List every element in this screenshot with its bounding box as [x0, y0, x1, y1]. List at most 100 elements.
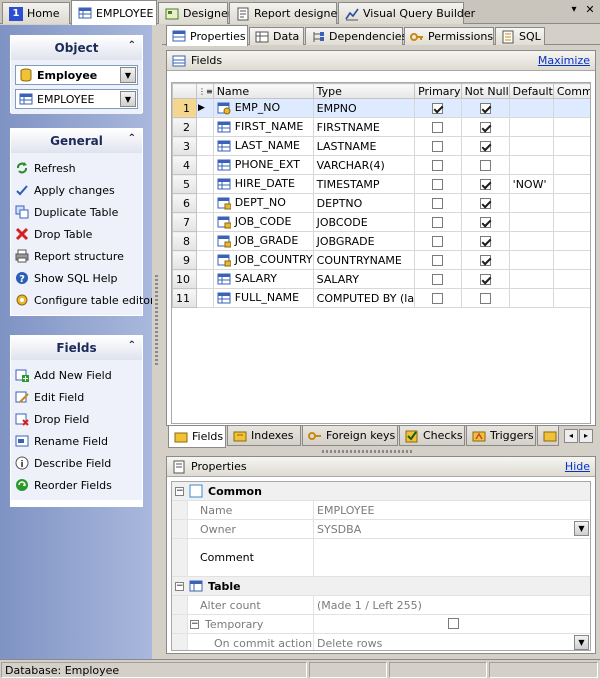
apply-changes-link[interactable]: Apply changes: [15, 179, 138, 201]
cell-comment[interactable]: [552, 193, 590, 213]
table-row[interactable]: 7 JOB_CODE JOBCODE: [172, 212, 590, 232]
cell-primary[interactable]: [414, 98, 462, 118]
collapse-icon[interactable]: −: [190, 619, 199, 629]
primary-checkbox[interactable]: [432, 141, 444, 152]
panel-splitter[interactable]: [152, 25, 162, 659]
cell-not-null[interactable]: [460, 212, 510, 232]
cell-comment[interactable]: [552, 231, 590, 251]
tab-visual-query-builder[interactable]: Visual Query Builder: [338, 2, 475, 24]
chevron-up-icon[interactable]: ⌃: [128, 340, 136, 351]
cell-primary[interactable]: [414, 269, 462, 289]
chevron-up-icon[interactable]: ⌃: [128, 133, 136, 144]
show-sql-help-link[interactable]: ? Show SQL Help: [15, 267, 138, 289]
refresh-link[interactable]: Refresh: [15, 157, 138, 179]
object-group-header[interactable]: Object ⌃: [11, 36, 142, 60]
cell-default[interactable]: [508, 231, 554, 251]
cell-comment[interactable]: [552, 288, 590, 308]
column-header[interactable]: Name: [212, 83, 314, 99]
cell-type[interactable]: COUNTRYNAME: [312, 250, 416, 270]
not-null-checkbox[interactable]: [479, 160, 491, 171]
collapse-icon[interactable]: −: [175, 581, 184, 591]
cell-not-null[interactable]: [460, 193, 510, 213]
not-null-checkbox[interactable]: [479, 141, 491, 152]
cell-comment[interactable]: [552, 155, 590, 175]
tab-designer[interactable]: Designer: [158, 2, 232, 24]
maximize-link[interactable]: Maximize: [538, 54, 590, 67]
tab-properties[interactable]: Properties: [166, 25, 248, 46]
reorder-fields-link[interactable]: Reorder Fields: [15, 474, 138, 496]
cell-not-null[interactable]: [460, 155, 510, 175]
cell-default[interactable]: [508, 269, 554, 289]
general-group-header[interactable]: General ⌃: [11, 129, 142, 153]
not-null-checkbox[interactable]: [479, 293, 491, 304]
column-header[interactable]: Type: [312, 83, 416, 99]
cell-default[interactable]: [508, 212, 554, 232]
tab-scroll-left-icon[interactable]: ◂: [564, 429, 578, 443]
primary-checkbox[interactable]: [432, 179, 444, 190]
table-row[interactable]: 6 DEPT_NO DEPTNO: [172, 193, 590, 213]
cell-name[interactable]: JOB_CODE: [212, 212, 314, 232]
cell-comment[interactable]: [552, 212, 590, 232]
table-row[interactable]: 3 LAST_NAME LASTNAME: [172, 136, 590, 156]
not-null-checkbox[interactable]: [479, 236, 491, 247]
cell-type[interactable]: SALARY: [312, 269, 416, 289]
tab-home[interactable]: 1 Home: [2, 2, 70, 24]
drop-table-link[interactable]: Drop Table: [15, 223, 138, 245]
cell-not-null[interactable]: [460, 231, 510, 251]
primary-checkbox[interactable]: [432, 103, 444, 114]
column-header[interactable]: Comment: [552, 83, 590, 99]
cell-not-null[interactable]: [460, 136, 510, 156]
cell-comment[interactable]: [552, 269, 590, 289]
tab-data[interactable]: Data: [249, 27, 304, 45]
cell-comment[interactable]: [552, 136, 590, 156]
cell-default[interactable]: [508, 98, 554, 118]
primary-checkbox[interactable]: [432, 293, 444, 304]
cell-not-null[interactable]: [460, 288, 510, 308]
chevron-up-icon[interactable]: ⌃: [128, 40, 136, 51]
cell-name[interactable]: DEPT_NO: [212, 193, 314, 213]
cell-not-null[interactable]: [460, 174, 510, 194]
not-null-checkbox[interactable]: [479, 255, 491, 266]
cell-primary[interactable]: [414, 174, 462, 194]
cell-type[interactable]: LASTNAME: [312, 136, 416, 156]
hide-link[interactable]: Hide: [565, 460, 590, 473]
cell-type[interactable]: EMPNO: [312, 98, 416, 118]
cell-not-null[interactable]: [460, 117, 510, 137]
not-null-checkbox[interactable]: [479, 103, 491, 114]
cell-not-null[interactable]: [460, 250, 510, 270]
comment-field[interactable]: [314, 539, 590, 576]
chevron-down-icon[interactable]: ▼: [120, 91, 136, 107]
column-header[interactable]: Not Null: [460, 83, 510, 99]
cell-type[interactable]: TIMESTAMP: [312, 174, 416, 194]
tab-employee[interactable]: EMPLOYEE: [71, 0, 157, 25]
splitter-grip[interactable]: [322, 450, 412, 453]
property-value[interactable]: EMPLOYEE: [314, 501, 590, 519]
table-row[interactable]: 8 JOB_GRADE JOBGRADE: [172, 231, 590, 251]
not-null-checkbox[interactable]: [479, 179, 491, 190]
configure-table-editor-link[interactable]: Configure table editor: [15, 289, 155, 311]
category-common[interactable]: − Common: [172, 482, 590, 501]
duplicate-table-link[interactable]: Duplicate Table: [15, 201, 138, 223]
column-header[interactable]: Primary: [414, 83, 462, 99]
category-table[interactable]: − Table: [172, 577, 590, 596]
collapse-icon[interactable]: −: [175, 486, 184, 496]
rename-field-link[interactable]: Rename Field: [15, 430, 138, 452]
primary-checkbox[interactable]: [432, 160, 444, 171]
cell-comment[interactable]: [552, 117, 590, 137]
cell-not-null[interactable]: [460, 269, 510, 289]
database-combo[interactable]: Employee ▼: [15, 65, 138, 85]
cell-primary[interactable]: [414, 288, 462, 308]
cell-name[interactable]: JOB_GRADE: [212, 231, 314, 251]
cell-type[interactable]: JOBGRADE: [312, 231, 416, 251]
cell-name[interactable]: SALARY: [212, 269, 314, 289]
cell-primary[interactable]: [414, 250, 462, 270]
table-row[interactable]: 9 JOB_COUNTRY COUNTRYNAME: [172, 250, 590, 270]
table-combo[interactable]: EMPLOYEE ▼: [15, 89, 138, 109]
tab-foreign-keys[interactable]: Foreign keys: [302, 426, 398, 446]
cell-primary[interactable]: [414, 193, 462, 213]
cell-name[interactable]: LAST_NAME: [212, 136, 314, 156]
primary-checkbox[interactable]: [432, 274, 444, 285]
primary-checkbox[interactable]: [432, 217, 444, 228]
cell-default[interactable]: 'NOW': [508, 174, 554, 194]
cell-comment[interactable]: [552, 250, 590, 270]
